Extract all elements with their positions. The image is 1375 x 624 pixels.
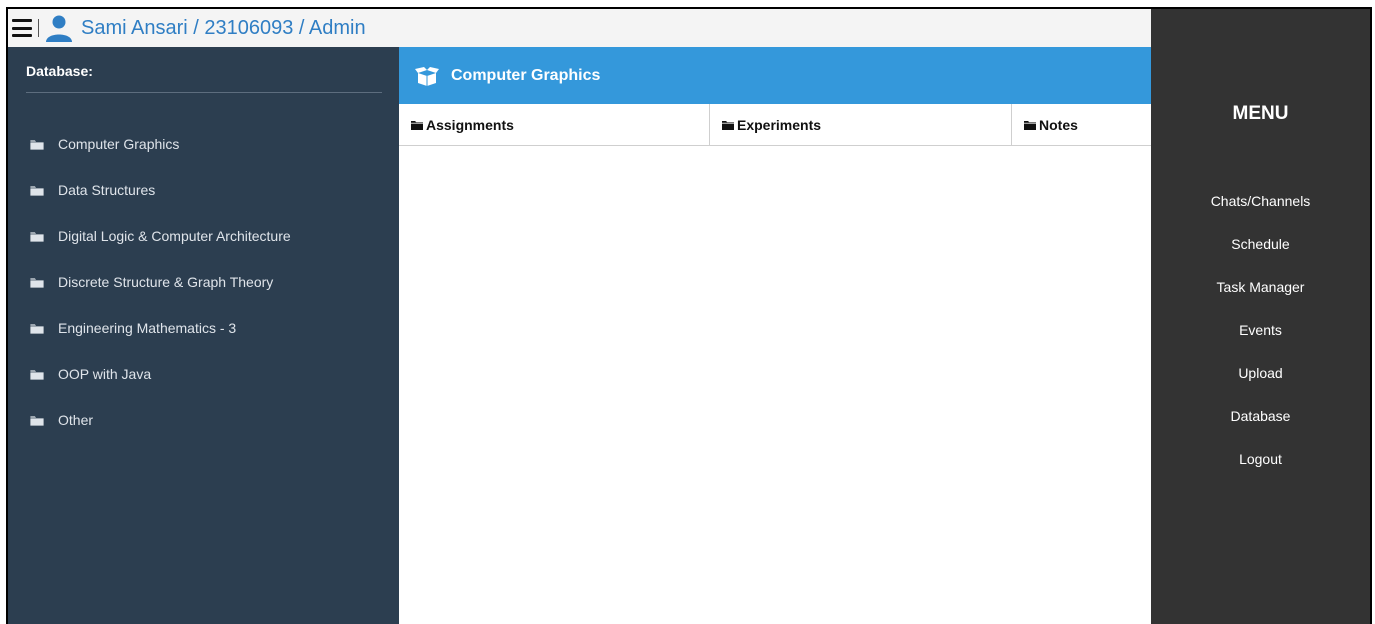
- folder-icon: [30, 277, 44, 288]
- folder-icon: [30, 231, 44, 242]
- page-title: Computer Graphics: [451, 66, 601, 84]
- tab-label: Notes: [1039, 116, 1078, 133]
- sidebar-divider: [26, 92, 382, 93]
- sidebar-item-data-structures[interactable]: Data Structures: [30, 167, 291, 213]
- menu-item-upload[interactable]: Upload: [1151, 362, 1370, 405]
- sidebar-item-label: Engineering Mathematics - 3: [58, 320, 237, 336]
- database-sidebar: Database: Computer Graphics Data Structu…: [8, 47, 399, 624]
- sidebar-item-other[interactable]: Other: [30, 397, 291, 443]
- sidebar-item-engineering-mathematics[interactable]: Engineering Mathematics - 3: [30, 305, 291, 351]
- hamburger-icon[interactable]: [12, 19, 32, 37]
- sidebar-item-digital-logic[interactable]: Digital Logic & Computer Architecture: [30, 213, 291, 259]
- menu-item-schedule[interactable]: Schedule: [1151, 233, 1370, 276]
- user-title: Sami Ansari / 23106093 / Admin: [81, 16, 366, 39]
- tab-label: Assignments: [426, 116, 514, 133]
- sidebar-item-label: Discrete Structure & Graph Theory: [58, 274, 274, 290]
- sidebar-item-label: Data Structures: [58, 182, 156, 198]
- folder-icon: [30, 185, 44, 196]
- folder-icon: [722, 121, 734, 130]
- open-box-icon: [415, 66, 439, 86]
- main-content: Computer Graphics Assignments Experiment…: [399, 47, 1151, 624]
- menu-title: MENU: [1232, 103, 1289, 124]
- folder-icon: [30, 415, 44, 426]
- content-header: Computer Graphics: [399, 47, 1151, 104]
- sidebar-item-label: OOP with Java: [58, 366, 152, 382]
- sidebar-item-oop-java[interactable]: OOP with Java: [30, 351, 291, 397]
- tab-notes[interactable]: Notes: [1011, 104, 1151, 145]
- app-window: Sami Ansari / 23106093 / Admin Database:…: [6, 7, 1372, 624]
- menu-item-task-manager[interactable]: Task Manager: [1151, 276, 1370, 319]
- tab-label: Experiments: [737, 116, 822, 133]
- user-icon: [46, 15, 72, 42]
- sidebar-item-computer-graphics[interactable]: Computer Graphics: [30, 121, 291, 167]
- folder-icon: [411, 121, 423, 130]
- menu-item-database[interactable]: Database: [1151, 405, 1370, 448]
- tab-experiments[interactable]: Experiments: [709, 104, 1011, 145]
- sidebar-item-label: Other: [58, 412, 94, 428]
- tab-assignments[interactable]: Assignments: [399, 104, 709, 145]
- folder-icon: [1024, 121, 1036, 130]
- folder-icon: [30, 139, 44, 150]
- sidebar-heading: Database:: [26, 63, 93, 79]
- sidebar-item-label: Computer Graphics: [58, 136, 180, 152]
- menu-list: Chats/Channels Schedule Task Manager Eve…: [1151, 190, 1370, 491]
- menu-item-logout[interactable]: Logout: [1151, 448, 1370, 491]
- subject-list: Computer Graphics Data Structures Digita…: [30, 121, 291, 443]
- top-bar: Sami Ansari / 23106093 / Admin: [8, 9, 1151, 47]
- sidebar-item-discrete-structure[interactable]: Discrete Structure & Graph Theory: [30, 259, 291, 305]
- menu-item-events[interactable]: Events: [1151, 319, 1370, 362]
- divider: [38, 19, 39, 37]
- folder-icon: [30, 323, 44, 334]
- right-menu: MENU Chats/Channels Schedule Task Manage…: [1151, 9, 1370, 624]
- folder-icon: [30, 369, 44, 380]
- menu-item-chats-channels[interactable]: Chats/Channels: [1151, 190, 1370, 233]
- sidebar-item-label: Digital Logic & Computer Architecture: [58, 228, 291, 244]
- resource-tabs: Assignments Experiments Notes: [399, 104, 1151, 146]
